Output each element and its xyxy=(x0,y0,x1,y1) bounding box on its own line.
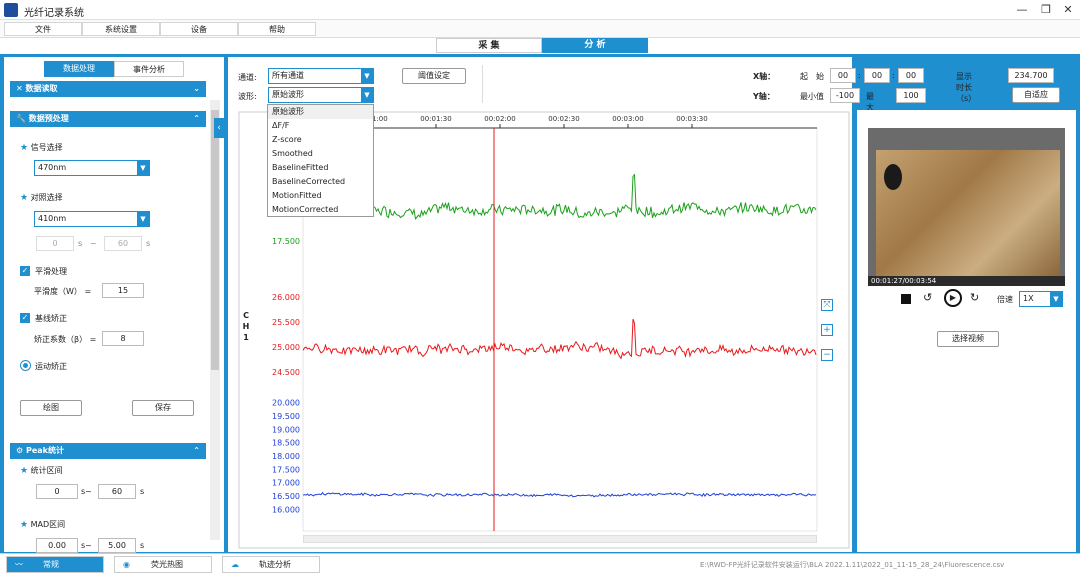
y-tick-label: 19.500 xyxy=(272,412,300,421)
wave-option[interactable]: Smoothed xyxy=(268,147,373,161)
y-tick-label: 18.500 xyxy=(272,439,300,448)
wave-option[interactable]: BaselineCorrected xyxy=(268,175,373,189)
y-tick-label: 18.000 xyxy=(272,452,300,461)
tab-general[interactable]: 〰 常规 xyxy=(6,556,104,573)
select-video-button[interactable]: 选择视频 xyxy=(937,331,999,347)
zoom-in-icon[interactable]: + xyxy=(821,324,833,336)
wave-option[interactable]: BaselineFitted xyxy=(268,161,373,175)
file-path: E:\RWD-FP光纤记录软件安装运行\BLA 2022.1.11\2022_0… xyxy=(700,561,1005,569)
fit-icon[interactable]: ⤧ xyxy=(821,299,833,311)
tab-trajectory-label: 轨迹分析 xyxy=(259,560,291,569)
tab-heatmap-label: 荧光热图 xyxy=(151,560,183,569)
y-tick-label: 19.000 xyxy=(272,425,300,434)
rewind-10-icon[interactable]: ↺ xyxy=(923,291,932,304)
video-frame[interactable]: 00:01:27/00:03:54 xyxy=(868,128,1065,286)
wave-option[interactable]: Z-score xyxy=(268,133,373,147)
y-tick-label: 17.500 xyxy=(272,237,300,246)
speed-select[interactable]: 1X ▼ xyxy=(1019,291,1063,307)
channel-tag: C H 1 xyxy=(241,310,251,343)
play-icon[interactable]: ▶ xyxy=(944,289,962,307)
wave-option[interactable]: MotionFitted xyxy=(268,189,373,203)
video-timecode: 00:01:27/00:03:54 xyxy=(868,276,1065,286)
heatmap-icon: ◉ xyxy=(123,560,130,569)
x-tick-label: 00:02:30 xyxy=(548,115,579,123)
channel-tag-char: 1 xyxy=(243,333,249,342)
wave-dropdown-list: 原始波形 ΔF/F Z-score Smoothed BaselineFitte… xyxy=(267,104,374,217)
mouse-image xyxy=(884,164,902,190)
wave-option[interactable]: ΔF/F xyxy=(268,119,373,133)
zoom-out-icon[interactable]: − xyxy=(821,349,833,361)
speed-select-value: 1X xyxy=(1023,294,1034,303)
y-tick-label: 25.000 xyxy=(272,343,300,352)
stop-icon[interactable] xyxy=(901,294,911,304)
wave-option[interactable]: 原始波形 xyxy=(268,105,373,119)
channel-tag-char: H xyxy=(242,322,250,331)
x-tick-label: 00:03:30 xyxy=(676,115,707,123)
y-tick-label: 24.500 xyxy=(272,368,300,377)
tab-general-label: 常规 xyxy=(43,560,59,569)
y-tick-label: 17.000 xyxy=(272,479,300,488)
dropdown-arrow-icon: ▼ xyxy=(1050,292,1062,306)
x-tick-label: 00:02:00 xyxy=(484,115,515,123)
right-panel: 00:01:27/00:03:54 ↺ ▶ ↻ 倍速 1X ▼ 选择视频 xyxy=(857,110,1076,552)
tab-trajectory[interactable]: ☁ 轨迹分析 xyxy=(222,556,320,573)
y-tick-label: 25.500 xyxy=(272,318,300,327)
channel-tag-char: C xyxy=(243,311,249,320)
chart-line-icon: 〰 xyxy=(15,560,23,569)
status-bar: 〰 常规 ◉ 荧光热图 ☁ 轨迹分析 E:\RWD-FP光纤记录软件安装运行\BLA … xyxy=(0,553,1080,575)
y-tick-label: 17.500 xyxy=(272,465,300,474)
x-tick-label: 00:03:00 xyxy=(612,115,643,123)
trajectory-icon: ☁ xyxy=(231,560,239,569)
chart-scrollbar[interactable] xyxy=(303,535,817,543)
speed-label: 倍速 xyxy=(997,295,1013,304)
y-tick-label: 16.000 xyxy=(272,505,300,514)
tab-heatmap[interactable]: ◉ 荧光热图 xyxy=(114,556,212,573)
x-tick-label: 00:01:30 xyxy=(420,115,451,123)
y-tick-label: 20.000 xyxy=(272,399,300,408)
forward-10-icon[interactable]: ↻ xyxy=(970,291,979,304)
y-tick-label: 16.500 xyxy=(272,492,300,501)
bedding-image xyxy=(876,150,1060,276)
y-tick-label: 26.000 xyxy=(272,293,300,302)
wave-option[interactable]: MotionCorrected xyxy=(268,203,373,217)
